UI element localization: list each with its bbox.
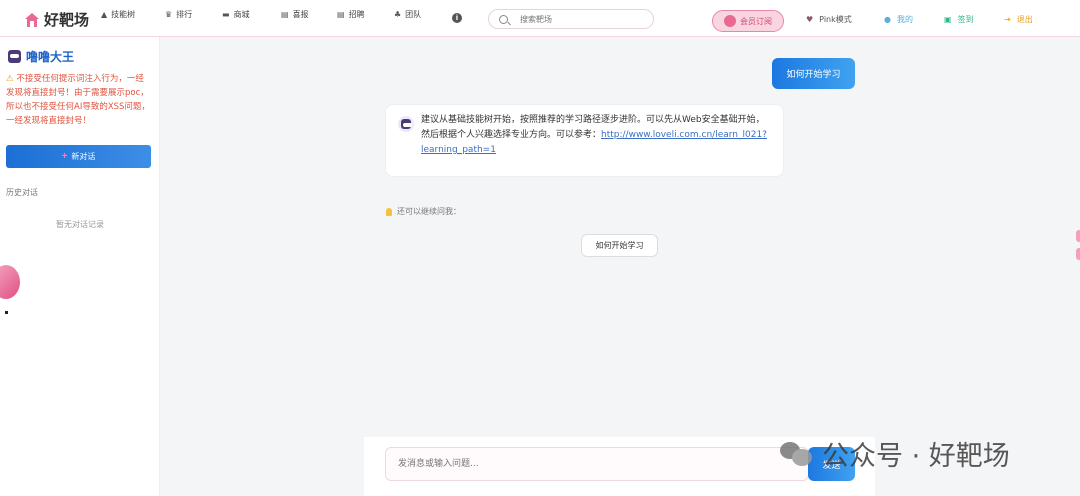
history-title: 历史对话 xyxy=(6,188,38,197)
subscribe-button[interactable]: 会员订阅 xyxy=(712,10,784,32)
new-chat-button[interactable]: + 新对话 xyxy=(6,145,151,168)
edge-tab[interactable] xyxy=(1076,248,1080,260)
robot-icon xyxy=(401,119,412,129)
dot-marker xyxy=(5,311,8,314)
sidebar: 噜噜大王 ⚠ 不接受任何提示词注入行为，一经发现将直接封号！由于需要展示poc，… xyxy=(0,37,160,496)
warning-icon: ⚠ xyxy=(6,74,14,84)
trophy-icon: ♛ xyxy=(165,10,173,19)
logout-link[interactable]: ⇥ 退出 xyxy=(1004,14,1033,25)
message-input[interactable] xyxy=(385,447,809,481)
flask-icon: ▲ xyxy=(101,10,108,19)
logo[interactable]: 好靶场 xyxy=(24,9,89,30)
search-icon xyxy=(499,14,508,24)
file-icon: ▤ xyxy=(281,10,289,19)
user-message: 如何开始学习 xyxy=(772,58,855,89)
bot-message-text: 建议从基础技能树开始，按照推荐的学习路径逐步进阶。可以先从Web安全基础开始，然… xyxy=(421,115,767,155)
file-icon: ▤ xyxy=(337,10,345,19)
search-box[interactable] xyxy=(488,9,654,29)
nav-ranking[interactable]: ♛ 排行 xyxy=(165,8,201,22)
suggestion-button[interactable]: 如何开始学习 xyxy=(581,234,658,257)
edge-tab[interactable] xyxy=(1076,230,1080,242)
top-navbar: 好靶场 ▲技能树 ♛排行 ▬商城 ▤喜报 ▤招聘 ♣团队 i 会员订阅 ♥ Pi… xyxy=(0,0,1080,37)
users-icon: ♣ xyxy=(394,10,402,19)
nav-jobs[interactable]: ▤ 招聘 xyxy=(337,8,373,22)
watermark: 公众号 · 好靶场 xyxy=(780,434,1010,473)
floating-assistant-icon[interactable] xyxy=(0,265,20,299)
user-icon: ● xyxy=(884,15,891,24)
nav-good-news[interactable]: ▤ 喜报 xyxy=(281,8,317,22)
logo-text: 好靶场 xyxy=(44,11,90,29)
heart-icon: ♥ xyxy=(806,15,814,24)
pink-mode-toggle[interactable]: ♥ Pink模式 xyxy=(806,14,852,25)
nav-team[interactable]: ♣ 团队 xyxy=(394,8,430,22)
checkin-link[interactable]: ▣ 签到 xyxy=(944,14,974,25)
info-icon[interactable]: i xyxy=(452,13,462,23)
plus-icon: + xyxy=(61,151,68,162)
nav-store[interactable]: ▬ 商城 xyxy=(222,8,258,22)
lightbulb-icon xyxy=(386,207,392,216)
bot-message: 建议从基础技能树开始，按照推荐的学习路径逐步进阶。可以先从Web安全基础开始，然… xyxy=(385,104,784,177)
history-empty: 暂无对话记录 xyxy=(56,220,104,229)
followup-label: 还可以继续问我： xyxy=(386,206,461,217)
home-icon xyxy=(25,12,39,27)
sidebar-title: 噜噜大王 xyxy=(8,48,74,65)
logout-icon: ⇥ xyxy=(1004,15,1011,24)
search-input[interactable] xyxy=(520,14,640,24)
nav-skill-tree[interactable]: ▲ 技能树 xyxy=(101,8,137,22)
mine-link[interactable]: ● 我的 xyxy=(884,14,913,25)
robot-icon xyxy=(8,50,21,63)
crown-icon xyxy=(724,15,736,27)
warning-notice: ⚠ 不接受任何提示词注入行为，一经发现将直接封号！由于需要展示poc，所以也不接… xyxy=(6,74,150,126)
bot-avatar xyxy=(398,116,414,132)
wechat-icon xyxy=(780,440,814,468)
cart-icon: ▬ xyxy=(222,10,230,19)
calendar-icon: ▣ xyxy=(944,15,952,24)
